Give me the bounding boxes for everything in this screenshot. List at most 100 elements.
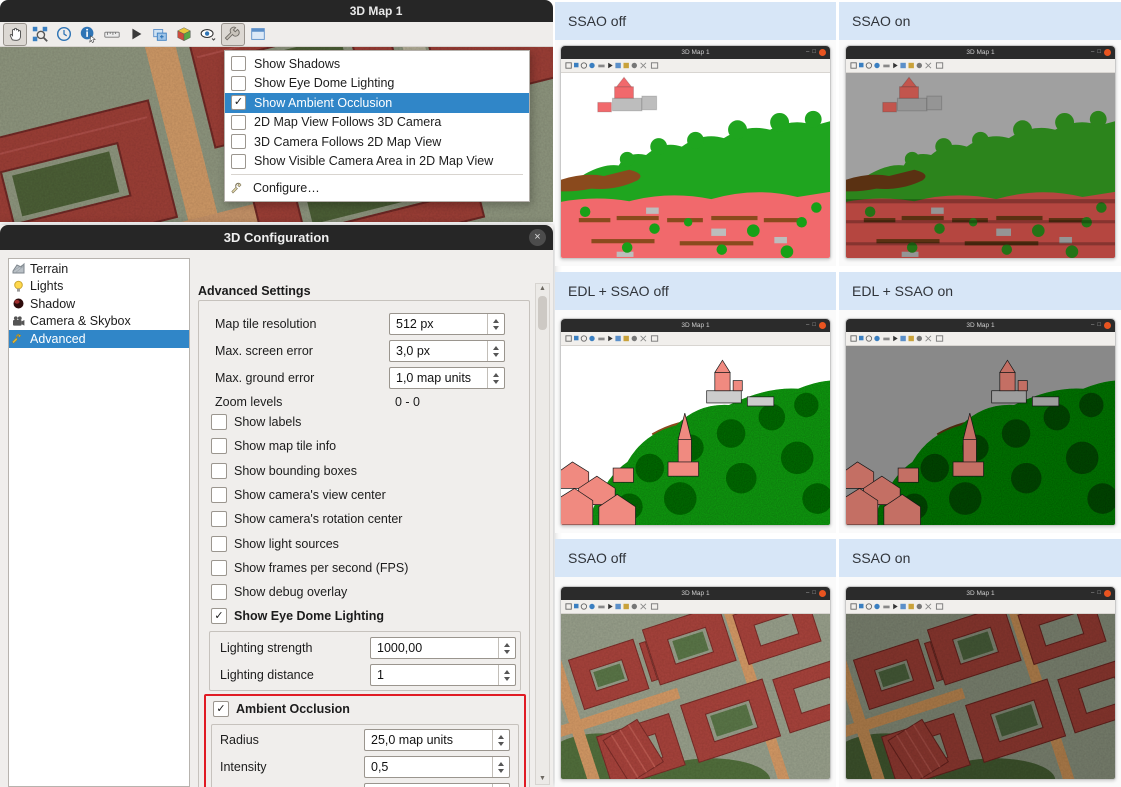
lighting-strength-spinbox[interactable]: 1000,00 <box>370 637 516 659</box>
spin-buttons[interactable] <box>498 638 515 658</box>
checkbox[interactable] <box>231 95 246 110</box>
checkbox[interactable] <box>211 608 227 624</box>
menu-item-show-shadows[interactable]: Show Shadows <box>225 54 529 74</box>
scroll-thumb[interactable] <box>538 296 547 330</box>
settings-sidebar: Terrain Lights Shadow Camera & Skybox Ad… <box>8 258 190 787</box>
sidebar-item-shadow[interactable]: Shadow <box>9 295 189 313</box>
close-icon <box>819 590 826 597</box>
checkbox-show-fps[interactable]: Show frames per second (FPS) <box>211 558 408 578</box>
checkbox-show-camera-rotation-center[interactable]: Show camera's rotation center <box>211 509 402 529</box>
map-tile-resolution-spinbox[interactable]: 512 px <box>389 313 505 335</box>
checkbox[interactable] <box>231 76 246 91</box>
menu-separator <box>231 174 523 175</box>
field-row-occlusion-threshold: Occlusion Threshold 50% <box>212 782 518 787</box>
radius-spinbox[interactable]: 25,0 map units <box>364 729 510 751</box>
sidebar-item-advanced[interactable]: Advanced <box>9 330 189 348</box>
occlusion-threshold-spinbox[interactable]: 50% <box>364 783 510 787</box>
max-ground-error-spinbox[interactable]: 1,0 map units <box>389 367 505 389</box>
checkbox-ambient-occlusion[interactable]: Ambient Occlusion <box>213 699 350 719</box>
menu-item-show-visible-camera-area[interactable]: Show Visible Camera Area in 2D Map View <box>225 152 529 172</box>
menu-item-show-eye-dome-lighting[interactable]: Show Eye Dome Lighting <box>225 74 529 94</box>
render-classification-flat <box>561 73 830 258</box>
checkbox[interactable] <box>211 560 227 576</box>
render-aerial-city-bright <box>561 614 830 779</box>
spin-buttons[interactable] <box>492 730 509 750</box>
dialog-titlebar[interactable]: 3D Configuration × <box>0 225 553 250</box>
camera-visibility-icon[interactable] <box>197 24 219 45</box>
checkbox-show-debug-overlay[interactable]: Show debug overlay <box>211 582 347 602</box>
mini-window-titlebar: 3D Map 1 –□ <box>561 46 830 59</box>
checkbox[interactable] <box>211 511 227 527</box>
checkbox[interactable] <box>231 134 246 149</box>
close-icon <box>819 322 826 329</box>
spin-buttons[interactable] <box>487 368 504 388</box>
header-edl-ssao-off: EDL + SSAO off <box>555 272 836 310</box>
ambient-occlusion-highlight-box: Ambient Occlusion Radius 25,0 map units … <box>204 694 526 787</box>
intensity-spinbox[interactable]: 0,5 <box>364 756 510 778</box>
export-scene-icon[interactable] <box>149 24 171 45</box>
menu-item-configure[interactable]: Configure… <box>225 178 529 198</box>
screenshot-ssao-off-2: 3D Map 1 –□ <box>560 586 831 780</box>
field-row-intensity: Intensity 0,5 <box>212 755 518 779</box>
mini-toolbar-icons <box>848 61 960 70</box>
checkbox[interactable] <box>213 701 229 717</box>
checkbox-show-map-tile-info[interactable]: Show map tile info <box>211 436 336 456</box>
dock-panel-icon[interactable] <box>247 24 269 45</box>
screenshot-edl-ssao-off: 3D Map 1 –□ <box>560 318 831 526</box>
window-controls: –□ <box>806 587 826 600</box>
spin-buttons[interactable] <box>498 665 515 685</box>
window-controls: –□ <box>806 46 826 59</box>
sidebar-item-terrain[interactable]: Terrain <box>9 260 189 278</box>
checkbox[interactable] <box>211 414 227 430</box>
window-controls: –□ <box>1091 46 1111 59</box>
play-animation-icon[interactable] <box>125 24 147 45</box>
checkbox[interactable] <box>211 584 227 600</box>
field-row-map-tile-resolution: Map tile resolution 512 px <box>199 312 529 336</box>
render-edl-castle-bright <box>561 346 830 525</box>
checkbox-show-eye-dome-lighting[interactable]: Show Eye Dome Lighting <box>211 606 384 626</box>
mini-toolbar-icons <box>848 602 960 611</box>
menu-item-2d-follows-3d[interactable]: 2D Map View Follows 3D Camera <box>225 113 529 133</box>
zoom-full-extent-icon[interactable] <box>29 24 51 45</box>
checkbox[interactable] <box>231 115 246 130</box>
spin-buttons[interactable] <box>487 314 504 334</box>
identify-icon[interactable] <box>77 24 99 45</box>
render-aerial-city-shaded <box>846 614 1115 779</box>
close-icon[interactable]: × <box>529 229 546 246</box>
checkbox-show-light-sources[interactable]: Show light sources <box>211 534 339 554</box>
checkbox[interactable] <box>211 487 227 503</box>
field-row-radius: Radius 25,0 map units <box>212 728 518 752</box>
pan-icon[interactable] <box>3 23 27 46</box>
axis-cube-icon[interactable] <box>173 24 195 45</box>
checkbox[interactable] <box>211 536 227 552</box>
scrollbar[interactable]: ▲ ▼ <box>535 283 550 785</box>
mini-toolbar <box>846 600 1115 614</box>
scroll-down-icon[interactable]: ▼ <box>539 774 546 784</box>
checkbox[interactable] <box>231 56 246 71</box>
menu-item-show-ambient-occlusion[interactable]: Show Ambient Occlusion <box>225 93 529 113</box>
wrench-icon <box>12 332 25 345</box>
dialog-title: 3D Configuration <box>0 225 553 250</box>
sidebar-item-camera-skybox[interactable]: Camera & Skybox <box>9 313 189 331</box>
mini-toolbar <box>846 332 1115 346</box>
animation-clock-icon[interactable] <box>53 24 75 45</box>
scroll-up-icon[interactable]: ▲ <box>539 284 546 294</box>
max-screen-error-spinbox[interactable]: 3,0 px <box>389 340 505 362</box>
mini-toolbar <box>561 332 830 346</box>
window-titlebar[interactable]: 3D Map 1 <box>0 0 553 22</box>
sidebar-item-lights[interactable]: Lights <box>9 278 189 296</box>
effects-wrench-icon[interactable] <box>221 23 245 46</box>
lighting-distance-spinbox[interactable]: 1 <box>370 664 516 686</box>
checkbox-show-bounding-boxes[interactable]: Show bounding boxes <box>211 461 357 481</box>
checkbox-show-camera-view-center[interactable]: Show camera's view center <box>211 485 386 505</box>
checkbox[interactable] <box>231 154 246 169</box>
cell-edl-ssao-off: 3D Map 1 –□ <box>555 310 836 533</box>
menu-item-3d-follows-2d[interactable]: 3D Camera Follows 2D Map View <box>225 132 529 152</box>
screenshot-ssao-on-2: 3D Map 1 –□ <box>845 586 1116 780</box>
checkbox[interactable] <box>211 463 227 479</box>
checkbox-show-labels[interactable]: Show labels <box>211 412 301 432</box>
spin-buttons[interactable] <box>492 757 509 777</box>
checkbox[interactable] <box>211 438 227 454</box>
measure-line-icon[interactable] <box>101 24 123 45</box>
spin-buttons[interactable] <box>487 341 504 361</box>
